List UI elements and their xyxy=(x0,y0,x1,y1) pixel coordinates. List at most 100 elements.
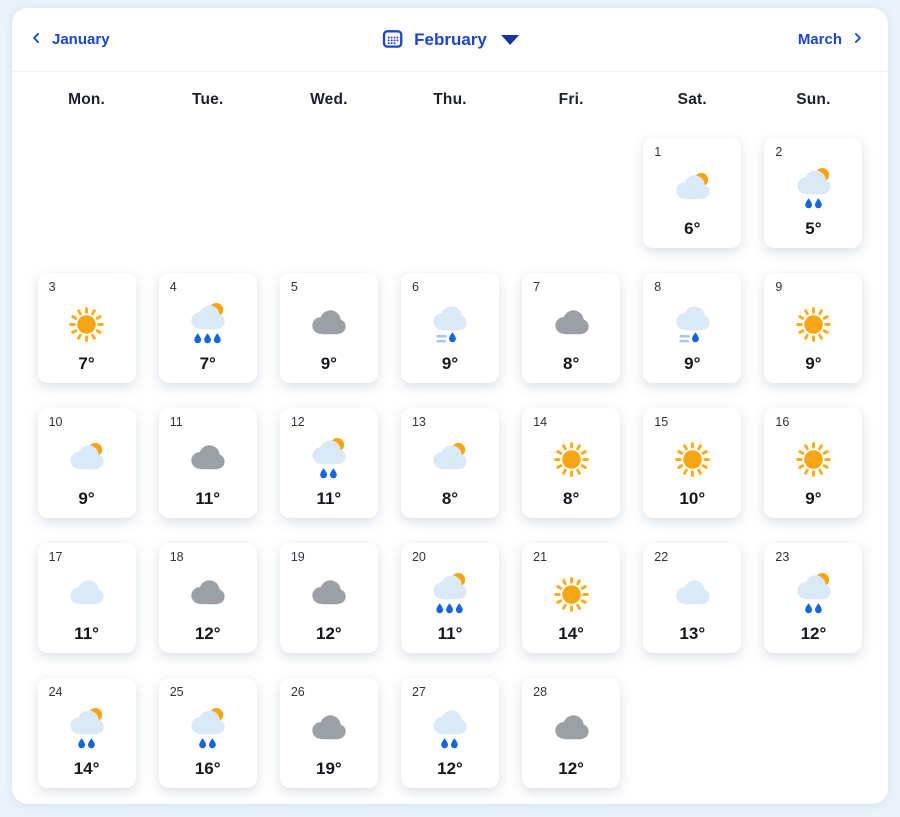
day-card[interactable]: 15 10° xyxy=(643,408,742,518)
day-number: 14 xyxy=(533,415,548,429)
calendar-header: January February March xyxy=(12,8,888,72)
day-temperature: 14° xyxy=(558,624,584,643)
day-card[interactable]: 19 12° xyxy=(279,543,378,653)
day-number: 4 xyxy=(169,280,177,294)
day-card[interactable]: 1 6° xyxy=(643,138,742,248)
day-number: 13 xyxy=(411,415,426,429)
cloud-sun-icon xyxy=(412,429,488,491)
day-card[interactable]: 27 12° xyxy=(400,678,499,788)
day-card[interactable]: 7 8° xyxy=(522,273,621,383)
day-card[interactable]: 25 16° xyxy=(158,678,257,788)
chevron-right-icon xyxy=(851,31,864,49)
day-card[interactable]: 17 11° xyxy=(37,543,136,653)
day-card[interactable]: 5 9° xyxy=(279,273,378,383)
day-card[interactable]: 6 9° xyxy=(400,273,499,383)
day-card[interactable]: 23 12° xyxy=(764,543,863,653)
day-card[interactable]: 22 13° xyxy=(643,543,742,653)
day-temperature: 12° xyxy=(800,624,827,643)
cloud-grey-icon xyxy=(291,564,367,626)
day-card[interactable]: 3 7° xyxy=(37,273,136,383)
next-month-button[interactable]: March xyxy=(798,31,864,49)
day-card[interactable]: 12 11° xyxy=(279,408,378,518)
day-number: 26 xyxy=(290,685,305,699)
sun-icon xyxy=(775,294,851,356)
weekday-label: Tue. xyxy=(191,91,224,108)
day-number: 12 xyxy=(290,415,305,429)
day-temperature: 11° xyxy=(437,624,463,643)
prev-month-button[interactable]: January xyxy=(30,31,110,49)
calendar-grid: 1 6° 2 5° 3 7° 4 7° 5 9° 6 9° 7 8° 8 9° 9 9° 10 9° 11 11° 12 11… xyxy=(12,128,888,804)
rain-sun-3-icon xyxy=(170,294,246,356)
day-card[interactable]: 28 12° xyxy=(522,678,621,788)
day-temperature: 8° xyxy=(562,489,580,508)
weekday-label: Wed. xyxy=(310,91,348,108)
weekday-label: Fri. xyxy=(558,91,584,108)
rain-sun-2-icon xyxy=(291,429,367,491)
day-number: 3 xyxy=(48,280,56,294)
day-number: 10 xyxy=(48,415,63,429)
day-card[interactable]: 14 8° xyxy=(522,408,621,518)
day-card[interactable]: 2 5° xyxy=(764,138,863,248)
day-number: 15 xyxy=(654,415,669,429)
month-dropdown[interactable]: February xyxy=(381,27,519,53)
rain-sun-2-icon xyxy=(775,564,851,626)
day-temperature: 8° xyxy=(441,489,459,508)
cloud-sun-icon xyxy=(49,429,125,491)
day-card[interactable]: 18 12° xyxy=(158,543,257,653)
day-temperature: 9° xyxy=(441,354,459,373)
day-temperature: 11° xyxy=(316,489,342,508)
day-card[interactable]: 4 7° xyxy=(158,273,257,383)
day-temperature: 9° xyxy=(684,354,701,373)
day-number: 23 xyxy=(775,550,790,564)
caret-down-icon xyxy=(500,34,519,45)
cloud-light-icon xyxy=(654,564,730,626)
rain-sun-2-icon xyxy=(775,159,851,221)
cloud-grey-icon xyxy=(170,429,246,491)
chevron-left-icon xyxy=(30,31,43,49)
rain-sun-3-icon xyxy=(412,564,488,626)
day-number: 16 xyxy=(775,415,790,429)
weekday-label: Sun. xyxy=(796,91,831,108)
day-temperature: 5° xyxy=(805,219,822,238)
sun-icon xyxy=(49,294,125,356)
day-number: 8 xyxy=(654,280,662,294)
weekday-label: Mon. xyxy=(68,91,106,108)
weekday-header-row: Mon. Tue. Wed. Thu. Fri. Sat. Sun. xyxy=(12,72,888,128)
day-temperature: 13° xyxy=(679,624,706,643)
day-card[interactable]: 16 9° xyxy=(764,408,863,518)
sun-icon xyxy=(533,429,609,491)
day-card[interactable]: 9 9° xyxy=(764,273,863,383)
day-number: 21 xyxy=(533,550,548,564)
cloud-grey-icon xyxy=(170,564,246,626)
day-number: 20 xyxy=(411,550,426,564)
day-card[interactable]: 11 11° xyxy=(158,408,257,518)
sun-icon xyxy=(533,564,609,626)
weather-calendar-panel: January February March Mon. Tue. Wed. Th… xyxy=(12,8,888,804)
rain-2-icon xyxy=(412,699,488,761)
day-number: 25 xyxy=(169,685,184,699)
day-temperature: 9° xyxy=(805,489,822,508)
day-card[interactable]: 8 9° xyxy=(643,273,742,383)
current-month-label: February xyxy=(414,29,487,49)
day-number: 22 xyxy=(654,550,669,564)
sun-icon xyxy=(654,429,730,491)
day-temperature: 7° xyxy=(199,354,216,373)
next-month-label: March xyxy=(797,31,842,48)
day-temperature: 8° xyxy=(562,354,580,373)
day-card[interactable]: 21 14° xyxy=(522,543,621,653)
day-temperature: 14° xyxy=(73,759,100,778)
day-temperature: 10° xyxy=(679,489,706,508)
day-card[interactable]: 13 8° xyxy=(400,408,499,518)
cloud-grey-icon xyxy=(533,699,609,761)
day-card[interactable]: 20 11° xyxy=(400,543,499,653)
day-card[interactable]: 24 14° xyxy=(37,678,136,788)
day-number: 24 xyxy=(48,685,63,699)
day-number: 19 xyxy=(290,550,305,564)
day-temperature: 12° xyxy=(558,759,584,778)
day-card[interactable]: 26 19° xyxy=(279,678,378,788)
day-temperature: 12° xyxy=(315,624,342,643)
cloud-grey-icon xyxy=(291,699,367,761)
day-number: 18 xyxy=(169,550,184,564)
day-card[interactable]: 10 9° xyxy=(37,408,136,518)
day-temperature: 9° xyxy=(805,354,822,373)
